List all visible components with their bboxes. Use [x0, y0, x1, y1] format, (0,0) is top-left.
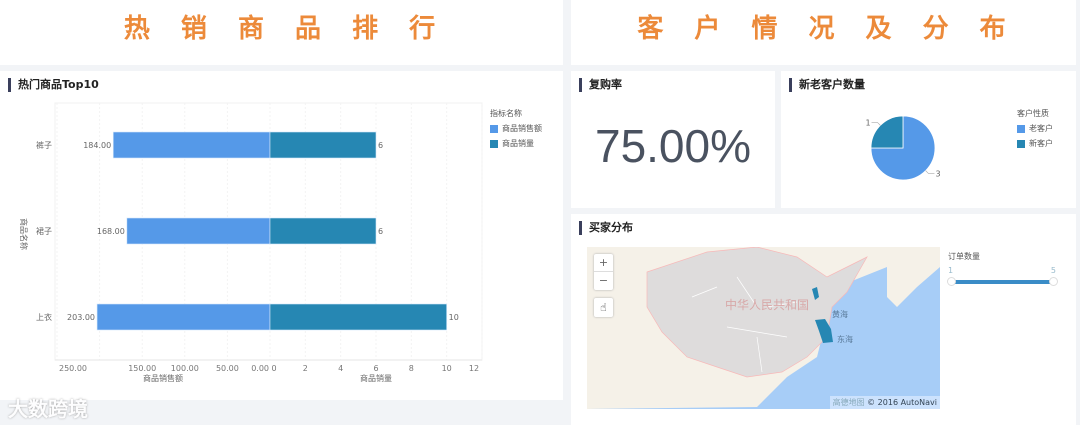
pie-label: 1 — [865, 119, 870, 128]
bar-qty — [269, 303, 447, 331]
left-header-panel: 热 销 商 品 排 行 — [0, 0, 563, 65]
bar-qty — [269, 131, 377, 159]
legend-label: 商品销量 — [502, 139, 534, 148]
legend-handle-min[interactable] — [947, 277, 956, 286]
pie-slice — [870, 115, 904, 149]
legend-swatch — [1017, 139, 1025, 148]
land-area-japan — [887, 247, 940, 307]
hand-icon: ☝ — [600, 301, 607, 314]
tick-label-qty: 10 — [442, 364, 452, 373]
legend-swatch — [490, 139, 498, 148]
category-label: 裙子 — [36, 226, 52, 236]
pie-label-line — [925, 170, 935, 174]
zoom-in-button[interactable]: + — [594, 254, 613, 272]
tick-label-sales: 50.00 — [216, 364, 239, 373]
legend-handle-max[interactable] — [1049, 277, 1058, 286]
map-sea-label-yellow: 黄海 — [832, 310, 848, 319]
legend-item-new[interactable]: 新客户 — [1017, 138, 1053, 149]
tick-label-sales: 250.00 — [59, 364, 87, 373]
repurchase-rate-value: 75.00% — [594, 120, 751, 172]
legend-title: 客户性质 — [1017, 109, 1049, 118]
attribution-text: © 2016 AutoNavi — [867, 398, 937, 407]
legend-item-old[interactable]: 老客户 — [1017, 123, 1053, 134]
legend-label: 商品销售额 — [502, 124, 542, 133]
bar-qty — [269, 217, 377, 245]
tick-label-qty: 2 — [303, 364, 308, 373]
right-header-panel: 客 户 情 况 及 分 布 — [571, 0, 1076, 65]
panel-title: 买家分布 — [579, 221, 633, 235]
legend-item-sales[interactable]: 商品销售额 — [490, 123, 542, 134]
watermark: 大数跨境 — [8, 397, 88, 421]
pie-legend: 客户性质 老客户 新客户 — [1017, 108, 1053, 149]
bar-legend: 指标名称 商品销售额 商品销量 — [490, 108, 542, 149]
data-label-sales: 203.00 — [67, 313, 95, 322]
right-header-title: 客 户 情 况 及 分 布 — [637, 14, 1010, 44]
customer-count-panel: 新老客户数量 31 客户性质 老客户 新客户 — [781, 71, 1076, 208]
category-label: 上衣 — [36, 312, 52, 322]
legend-title: 指标名称 — [490, 109, 522, 118]
repurchase-panel: 复购率 75.00% — [571, 71, 775, 208]
tick-label-qty: 0 — [271, 364, 276, 373]
data-label-qty: 6 — [378, 227, 383, 236]
category-label: 裤子 — [36, 140, 52, 150]
top-products-panel: 热门商品Top10 裤子 184.00 6 裙子 168.00 6 上衣 203.00 10 25… — [0, 71, 563, 400]
map-sea-label-east: 东海 — [837, 335, 853, 344]
legend-max: 5 — [1050, 266, 1056, 275]
pie-label-line — [871, 122, 881, 126]
x-axis-title-qty: 商品销量 — [360, 373, 392, 383]
data-label-sales: 184.00 — [83, 141, 111, 150]
legend-swatch — [490, 124, 498, 133]
zoom-control: + − — [594, 254, 613, 290]
left-header-title: 热 销 商 品 排 行 — [123, 14, 440, 44]
map-legend: 订单数量 1 5 — [947, 251, 1058, 288]
legend-title: 订单数量 — [948, 252, 980, 261]
tick-label-qty: 8 — [409, 364, 414, 373]
legend-label: 老客户 — [1029, 124, 1053, 133]
map-canvas — [587, 247, 940, 409]
buyer-map-panel: 买家分布 中华人民共和国 黄海 东海 + − ☝ 高德地图 © 2016 Aut… — [571, 214, 1076, 425]
tick-label-qty: 6 — [373, 364, 378, 373]
map-attribution: 高德地图 © 2016 AutoNavi — [829, 396, 940, 409]
tick-label-sales: 100.00 — [171, 364, 199, 373]
bar-sales — [126, 217, 271, 245]
legend-label: 新客户 — [1029, 139, 1053, 148]
panel-title: 复购率 — [579, 78, 622, 92]
zoom-out-button[interactable]: − — [594, 272, 613, 290]
tick-label-qty: 12 — [469, 364, 479, 373]
map-country-label: 中华人民共和国 — [725, 298, 810, 312]
tick-label-qty: 4 — [338, 364, 343, 373]
y-axis-title: 商品名称 — [19, 218, 29, 250]
x-axis-title-sales: 商品销售额 — [143, 373, 183, 383]
legend-range-bar[interactable] — [953, 280, 1052, 284]
data-label-sales: 168.00 — [97, 227, 125, 236]
tick-label-sales: 150.00 — [128, 364, 156, 373]
top-products-chart: 裤子 184.00 6裙子 168.00 6上衣 203.00 10250.00 150.00… — [19, 102, 483, 383]
pan-tool-button[interactable]: ☝ — [594, 298, 613, 317]
bar-sales — [96, 303, 271, 331]
bar-sales — [112, 131, 271, 159]
legend-item-qty[interactable]: 商品销量 — [490, 138, 542, 149]
legend-swatch — [1017, 124, 1025, 133]
tick-label-sales: 0.00 — [251, 364, 269, 373]
pie-label: 3 — [935, 169, 940, 178]
legend-min: 1 — [948, 266, 954, 275]
map-view[interactable]: 中华人民共和国 黄海 东海 + − ☝ 高德地图 © 2016 AutoNavi — [587, 247, 940, 409]
data-label-qty: 10 — [449, 313, 459, 322]
amap-logo: 高德地图 — [832, 398, 865, 407]
data-label-qty: 6 — [378, 141, 383, 150]
